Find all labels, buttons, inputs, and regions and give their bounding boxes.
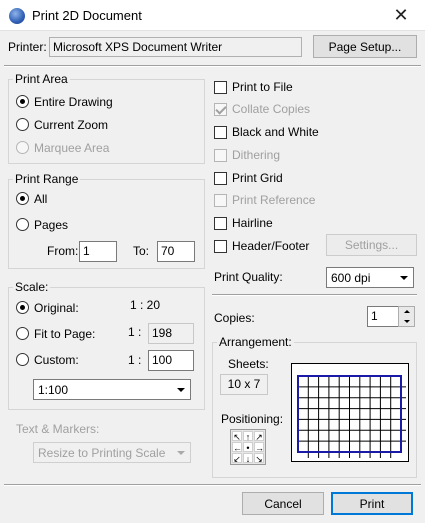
window-title: Print 2D Document [32, 8, 142, 23]
position-up-icon[interactable]: ↑ [243, 431, 253, 442]
current-zoom-radio[interactable] [16, 118, 29, 131]
print-area-legend: Print Area [13, 72, 70, 86]
scale-custom-input[interactable]: 100 [148, 350, 194, 371]
sheets-label: Sheets: [228, 357, 269, 371]
spin-up-icon[interactable] [399, 307, 414, 316]
scale-custom-label[interactable]: Custom: [34, 353, 79, 367]
text-markers-select: Resize to Printing Scale [33, 442, 191, 463]
print-quality-select[interactable]: 600 dpi [326, 267, 414, 288]
text-markers-label: Text & Markers: [16, 422, 100, 436]
printer-name: Microsoft XPS Document Writer [53, 40, 223, 54]
black-white-label[interactable]: Black and White [232, 125, 319, 139]
scale-fit-prefix: 1 : [128, 325, 142, 339]
sheets-value: 10 x 7 [220, 374, 268, 395]
range-all-radio[interactable] [16, 192, 29, 205]
position-left-icon[interactable]: ← [232, 442, 242, 453]
printer-label: Printer: [8, 40, 47, 54]
quality-separator [212, 294, 417, 296]
position-down-icon[interactable]: ↓ [243, 453, 253, 464]
scale-legend: Scale: [13, 280, 51, 294]
hairline-checkbox[interactable] [214, 217, 227, 230]
current-zoom-label[interactable]: Current Zoom [34, 118, 108, 132]
position-right-icon[interactable]: → [254, 442, 264, 453]
print-to-file-checkbox[interactable] [214, 81, 227, 94]
range-pages-radio[interactable] [16, 218, 29, 231]
range-all-label[interactable]: All [34, 192, 47, 206]
page-setup-button[interactable]: Page Setup... [313, 35, 417, 58]
to-label: To: [133, 244, 150, 258]
range-pages-label[interactable]: Pages [34, 218, 68, 232]
position-down-right-icon[interactable]: ↘ [254, 453, 264, 464]
spin-down-icon[interactable] [399, 317, 414, 326]
collate-copies-checkbox [214, 103, 227, 116]
scale-custom-radio[interactable] [16, 353, 29, 366]
header-footer-checkbox[interactable] [214, 240, 227, 253]
scale-original-radio[interactable] [16, 301, 29, 314]
sheet-preview [291, 363, 409, 462]
to-page-input[interactable]: 70 [157, 241, 195, 262]
entire-drawing-label[interactable]: Entire Drawing [34, 95, 113, 109]
position-center-icon[interactable]: • [243, 442, 253, 453]
black-white-checkbox[interactable] [214, 126, 227, 139]
cancel-button[interactable]: Cancel [242, 492, 324, 515]
hairline-label[interactable]: Hairline [232, 216, 273, 230]
scale-fit-radio[interactable] [16, 327, 29, 340]
scale-preset-value: 1:100 [38, 383, 69, 397]
copies-label: Copies: [214, 311, 255, 325]
from-label: From: [47, 244, 79, 258]
header-footer-label[interactable]: Header/Footer [232, 239, 309, 253]
entire-drawing-radio[interactable] [16, 95, 29, 108]
scale-original-label[interactable]: Original: [34, 301, 79, 315]
chevron-down-icon [173, 444, 189, 461]
position-up-left-icon[interactable]: ↖ [232, 431, 242, 442]
sheet-grid [297, 375, 406, 458]
scale-custom-prefix: 1 : [128, 353, 142, 367]
footer-separator [4, 484, 421, 486]
print-reference-label: Print Reference [232, 193, 316, 207]
text-markers-value: Resize to Printing Scale [38, 446, 166, 460]
copies-spinner[interactable] [398, 306, 415, 327]
print-quality-value: 600 dpi [331, 271, 371, 285]
print-button[interactable]: Print [331, 492, 413, 515]
print-quality-label: Print Quality: [214, 270, 283, 284]
app-logo-icon [9, 8, 25, 24]
chevron-down-icon [396, 269, 412, 286]
print-range-legend: Print Range [13, 172, 81, 186]
position-up-right-icon[interactable]: ↗ [254, 431, 264, 442]
positioning-control[interactable]: ↖ ↑ ↗ ← • → ↙ ↓ ↘ [230, 429, 266, 465]
chevron-down-icon [173, 381, 189, 398]
from-page-input[interactable]: 1 [79, 241, 117, 262]
arrangement-legend: Arrangement: [217, 335, 294, 349]
scale-fit-label[interactable]: Fit to Page: [34, 327, 95, 341]
print-to-file-label[interactable]: Print to File [232, 80, 293, 94]
dithering-label: Dithering [232, 148, 281, 162]
scale-preset-select[interactable]: 1:100 [33, 379, 191, 400]
positioning-label: Positioning: [221, 412, 284, 426]
print-grid-label[interactable]: Print Grid [232, 171, 283, 185]
print-grid-checkbox[interactable] [214, 172, 227, 185]
print-reference-checkbox [214, 194, 227, 207]
title-bar: Print 2D Document ✕ [0, 0, 425, 31]
header-separator [4, 65, 421, 67]
printer-name-field: Microsoft XPS Document Writer [49, 37, 302, 57]
collate-copies-label: Collate Copies [232, 102, 311, 116]
close-icon[interactable]: ✕ [391, 4, 411, 26]
marquee-area-radio [16, 141, 29, 154]
position-down-left-icon[interactable]: ↙ [232, 453, 242, 464]
scale-original-value: 1 : 20 [130, 298, 161, 312]
dithering-checkbox [214, 149, 227, 162]
copies-input[interactable]: 1 [367, 306, 399, 327]
marquee-area-label: Marquee Area [34, 141, 110, 155]
settings-button: Settings... [326, 234, 417, 256]
scale-fit-value: 198 [148, 323, 194, 344]
